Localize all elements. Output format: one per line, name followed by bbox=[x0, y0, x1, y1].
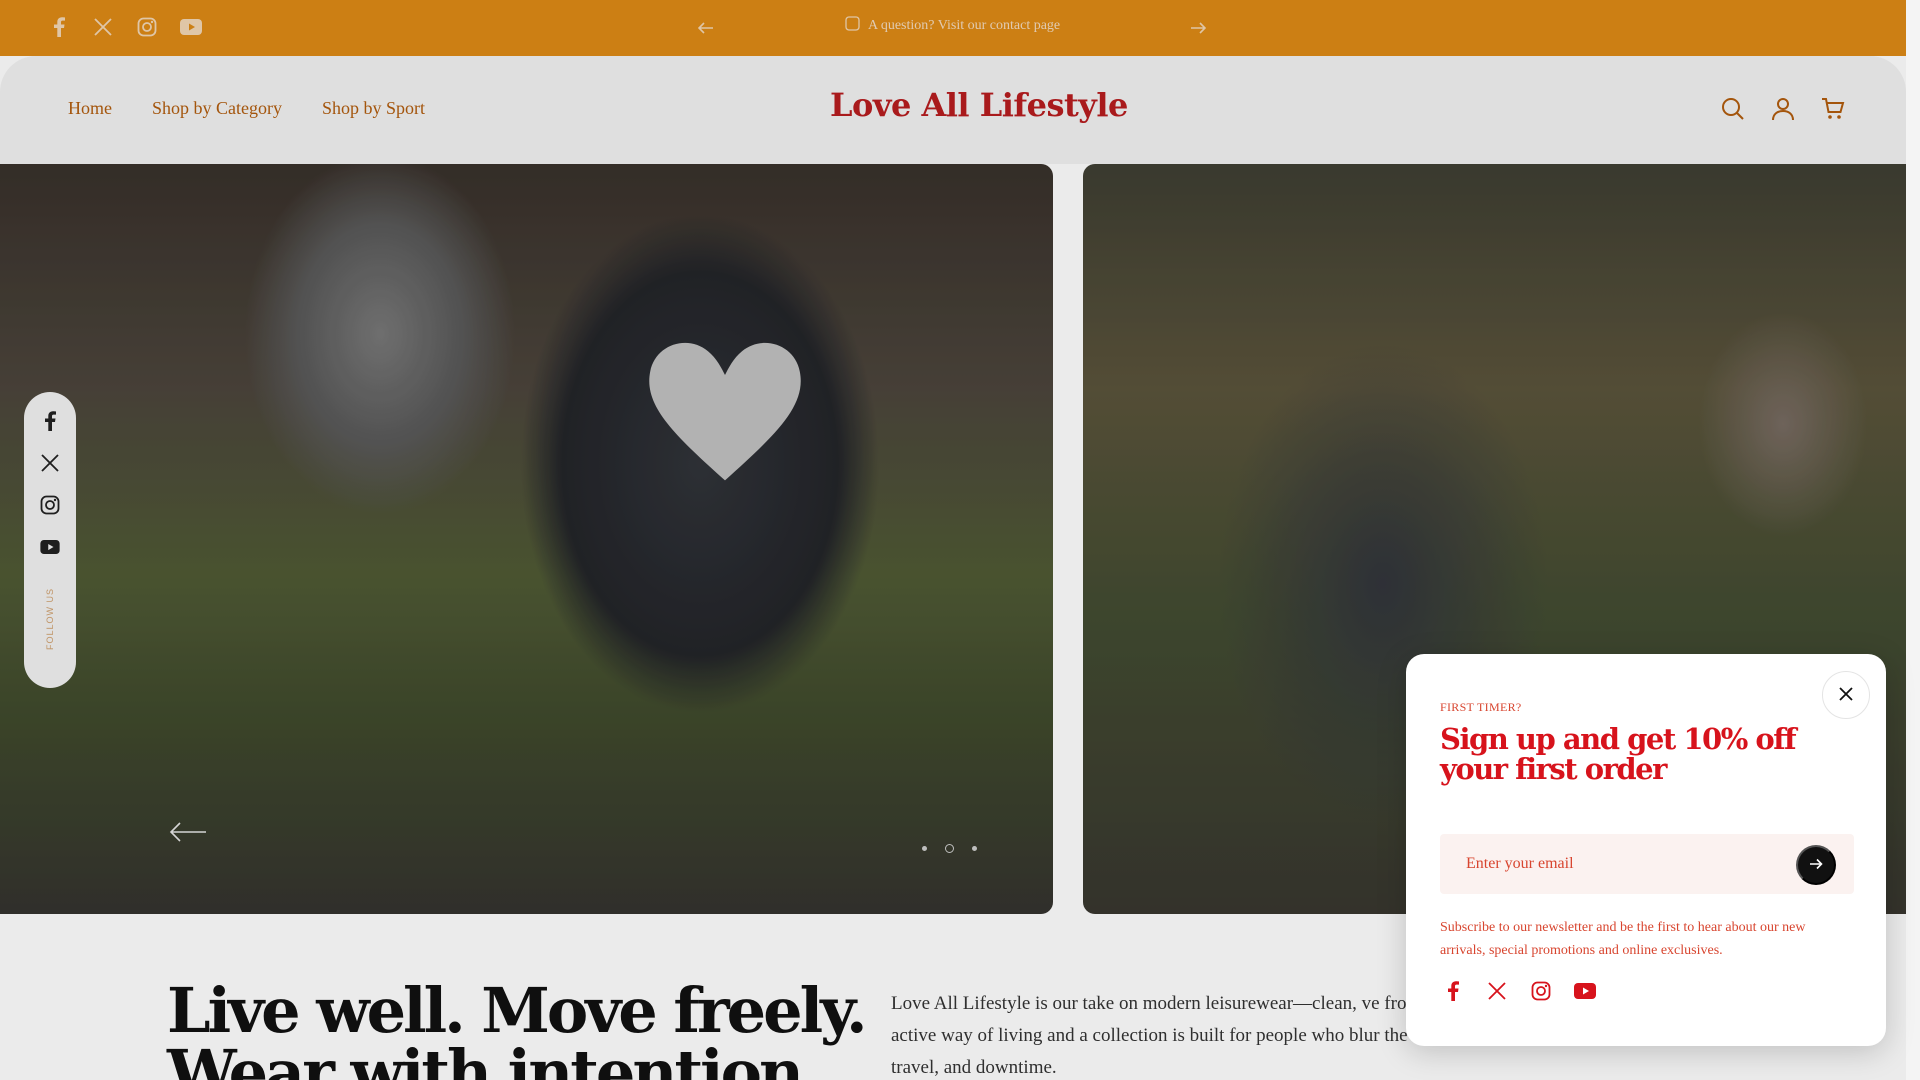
x-icon[interactable] bbox=[39, 452, 61, 474]
popup-eyebrow: FIRST TIMER? bbox=[1440, 700, 1522, 714]
instagram-icon[interactable] bbox=[1530, 980, 1552, 1002]
hero-slide-image[interactable] bbox=[0, 164, 1053, 914]
youtube-icon[interactable] bbox=[1574, 980, 1596, 1002]
instagram-icon[interactable] bbox=[39, 494, 61, 516]
facebook-icon[interactable] bbox=[1442, 980, 1464, 1002]
youtube-icon[interactable] bbox=[180, 16, 202, 38]
x-icon[interactable] bbox=[1486, 980, 1508, 1002]
submit-button[interactable] bbox=[1796, 845, 1836, 885]
site-header: Home Shop by Category Shop by Sport Love… bbox=[0, 56, 1906, 164]
arrow-right-icon bbox=[1809, 858, 1823, 873]
nav-home[interactable]: Home bbox=[68, 98, 112, 119]
announcement-text: A question? Visit our contact page bbox=[868, 18, 1061, 33]
close-button[interactable] bbox=[1822, 671, 1870, 719]
slide-dot-3[interactable] bbox=[972, 846, 977, 851]
email-input[interactable] bbox=[1440, 834, 1854, 894]
announcement-bar: A question? Visit our contact page bbox=[0, 0, 1920, 56]
popup-title: Sign up and get 10% off your first order bbox=[1440, 722, 1797, 786]
popup-socials bbox=[1442, 980, 1596, 1002]
account-icon[interactable] bbox=[1770, 96, 1796, 122]
main-nav: Home Shop by Category Shop by Sport bbox=[68, 98, 425, 119]
announcement-message[interactable]: A question? Visit our contact page bbox=[845, 16, 1060, 36]
site-logo[interactable]: Love All Lifestyle bbox=[830, 86, 1128, 124]
arrow-left-icon[interactable] bbox=[695, 17, 717, 39]
slide-dot-2[interactable] bbox=[945, 844, 954, 853]
arrow-right-icon[interactable] bbox=[1187, 17, 1209, 39]
facebook-icon[interactable] bbox=[39, 410, 61, 432]
headline-line-2: Wear with intention. bbox=[167, 1036, 823, 1080]
youtube-icon[interactable] bbox=[39, 536, 61, 558]
x-icon[interactable] bbox=[92, 16, 114, 38]
close-icon bbox=[1839, 686, 1853, 704]
announcement-socials bbox=[48, 16, 202, 38]
floating-social-bar: FOLLOW US bbox=[24, 392, 76, 688]
follow-label: FOLLOW US bbox=[45, 588, 55, 651]
nav-shop-by-category[interactable]: Shop by Category bbox=[152, 98, 282, 119]
cart-icon[interactable] bbox=[1820, 96, 1846, 122]
facebook-icon[interactable] bbox=[48, 16, 70, 38]
newsletter-popup: FIRST TIMER? Sign up and get 10% off you… bbox=[1406, 654, 1886, 1046]
search-icon[interactable] bbox=[1720, 96, 1746, 122]
slide-dot-1[interactable] bbox=[922, 846, 927, 851]
nav-shop-by-sport[interactable]: Shop by Sport bbox=[322, 98, 425, 119]
scrollbar[interactable] bbox=[1906, 0, 1920, 1080]
slide-dots bbox=[922, 844, 977, 853]
chat-icon bbox=[845, 16, 860, 36]
arrow-left-icon[interactable] bbox=[168, 820, 208, 844]
intro-headline: Live well. Move freely. Wear with intent… bbox=[167, 980, 868, 1080]
slide-overlay bbox=[0, 164, 1053, 914]
instagram-icon[interactable] bbox=[136, 16, 158, 38]
header-icons bbox=[1720, 96, 1846, 122]
popup-note: Subscribe to our newsletter and be the f… bbox=[1440, 920, 1806, 958]
